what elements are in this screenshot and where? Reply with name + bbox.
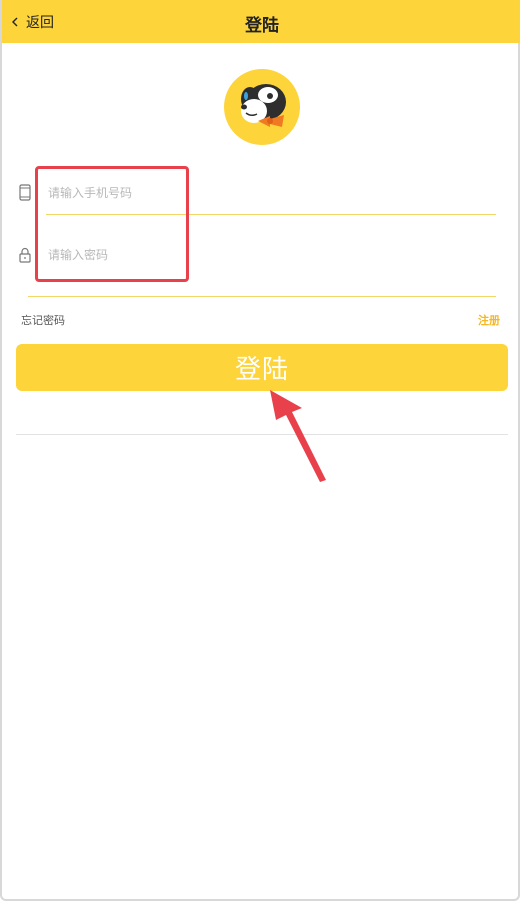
login-page: 返回 登陆 请输入手机号码 忘记密码 注册 登陆: [0, 0, 520, 901]
divider: [16, 434, 508, 435]
lock-icon: [19, 247, 31, 263]
register-link[interactable]: 注册: [478, 312, 500, 328]
top-bar: 返回 登陆: [2, 0, 520, 43]
login-button[interactable]: 登陆: [16, 344, 508, 391]
mascot-avatar-icon: [241, 84, 286, 127]
forgot-password-link[interactable]: 忘记密码: [21, 312, 65, 328]
password-underline: [28, 296, 496, 297]
phone-icon: [19, 184, 31, 201]
avatar: [224, 69, 300, 145]
annotation-arrow-icon: [270, 390, 326, 482]
page-title: 登陆: [245, 16, 279, 36]
annotation-highlight-box: [35, 166, 189, 282]
